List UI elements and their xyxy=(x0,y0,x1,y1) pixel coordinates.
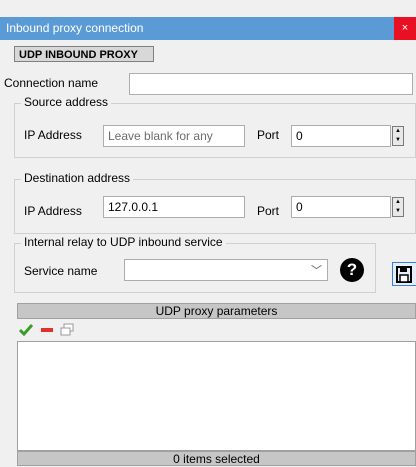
source-ip-label: IP Address xyxy=(24,128,82,142)
spin-down-icon[interactable]: ▼ xyxy=(393,207,403,216)
connection-name-label: Connection name xyxy=(4,76,99,90)
floppy-disk-icon xyxy=(396,266,412,283)
selection-status: 0 items selected xyxy=(17,451,416,466)
source-ip-input[interactable]: Leave blank for any xyxy=(103,125,245,147)
source-address-title: Source address xyxy=(21,95,112,109)
save-button[interactable] xyxy=(392,262,416,286)
protocol-badge: UDP INBOUND PROXY xyxy=(14,46,154,62)
close-button[interactable]: × xyxy=(394,17,416,40)
destination-address-title: Destination address xyxy=(21,171,134,185)
source-port-label: Port xyxy=(257,128,280,142)
source-port-input[interactable]: 0 xyxy=(291,125,391,147)
chevron-down-icon: ﹀ xyxy=(311,265,322,277)
service-name-select[interactable]: ﹀ xyxy=(124,259,328,281)
spin-down-icon[interactable]: ▼ xyxy=(393,136,403,145)
spin-up-icon[interactable]: ▲ xyxy=(393,198,403,207)
source-port-spinner[interactable]: ▲ ▼ xyxy=(392,126,404,146)
destination-port-spinner[interactable]: ▲ ▼ xyxy=(392,197,404,217)
checkmark-icon[interactable] xyxy=(19,324,33,336)
parameters-list[interactable] xyxy=(17,341,416,451)
destination-port-input[interactable]: 0 xyxy=(291,196,391,218)
udp-proxy-parameters-header: UDP proxy parameters xyxy=(17,303,416,319)
minus-icon[interactable] xyxy=(40,325,54,335)
window-title: Inbound proxy connection xyxy=(6,21,144,35)
window-icon[interactable] xyxy=(60,323,74,336)
title-bar: Inbound proxy connection × xyxy=(0,17,416,40)
help-icon[interactable]: ? xyxy=(340,258,364,282)
destination-port-label: Port xyxy=(257,204,280,218)
internal-relay-title: Internal relay to UDP inbound service xyxy=(21,235,226,249)
spin-up-icon[interactable]: ▲ xyxy=(393,127,403,136)
service-name-label: Service name xyxy=(24,264,98,278)
destination-ip-input[interactable]: 127.0.0.1 xyxy=(103,196,245,218)
connection-name-input[interactable] xyxy=(129,73,413,95)
destination-ip-label: IP Address xyxy=(24,204,82,218)
